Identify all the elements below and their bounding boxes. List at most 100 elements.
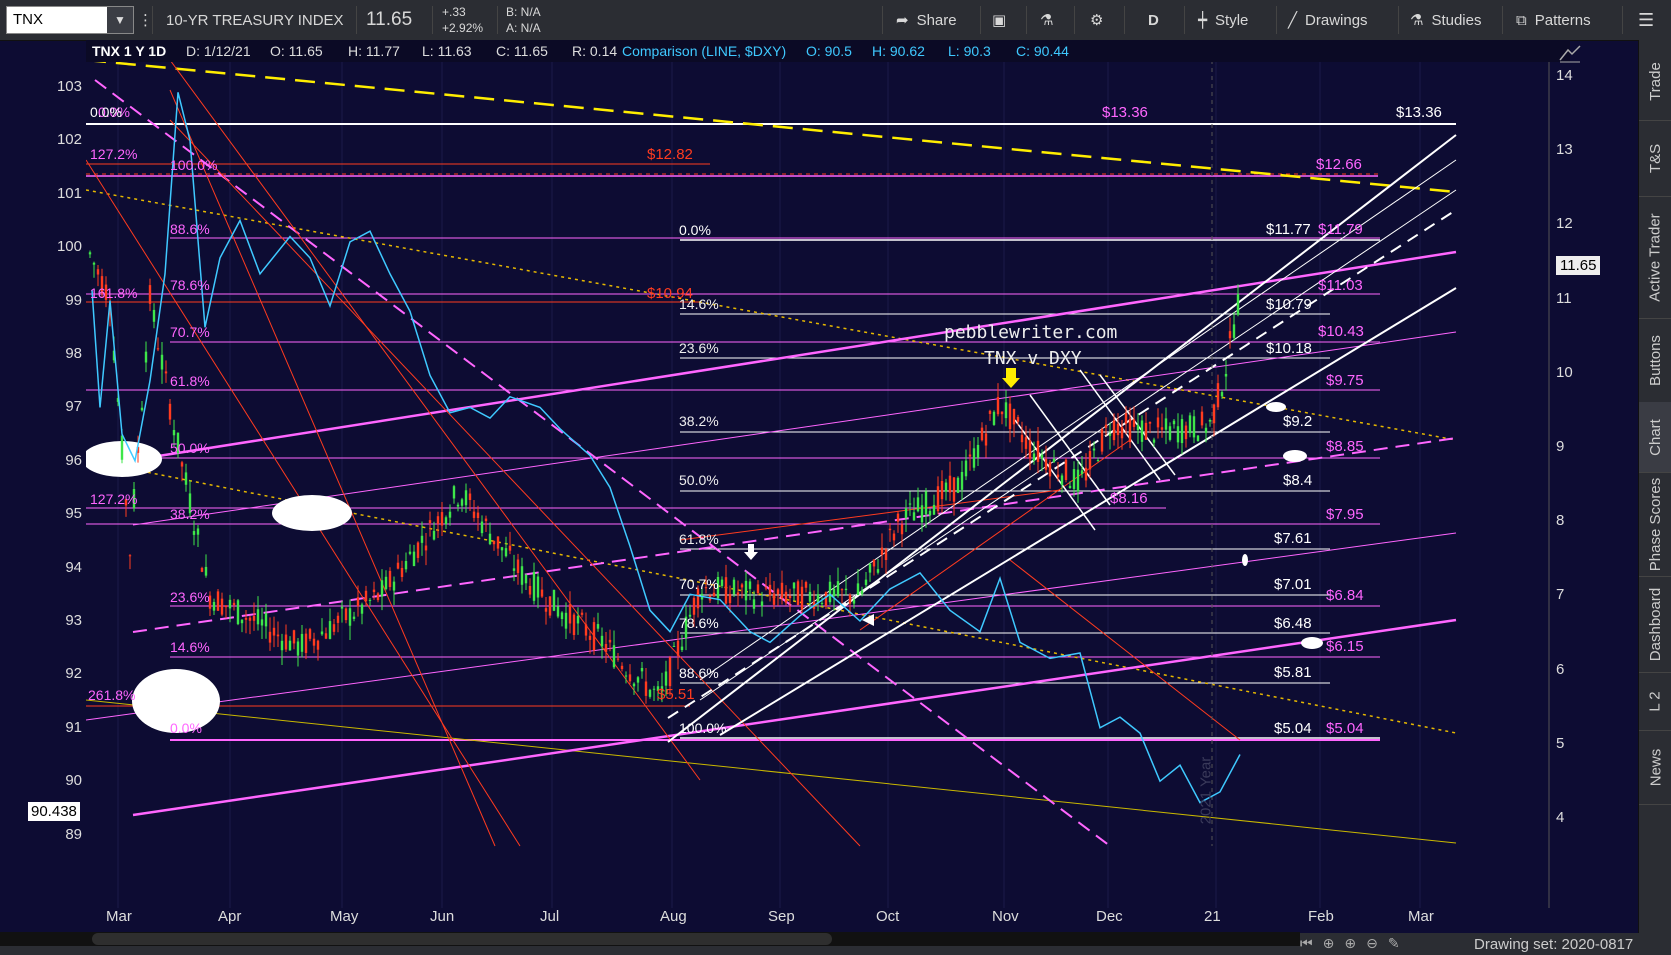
candle-body [992, 411, 996, 425]
candle-body [376, 593, 380, 601]
tab-label: Phase Scores [1647, 477, 1665, 571]
candle-body [96, 269, 100, 275]
pan-icon[interactable]: ✎ [1388, 935, 1400, 952]
ask-value: A: N/A [506, 21, 541, 35]
chart-background [86, 62, 1550, 908]
time-axis-label: Sep [768, 908, 795, 925]
fib-label-left: 14.6% [170, 639, 210, 655]
annotation-site: pebblewriter.com [944, 322, 1118, 343]
chevron-down-icon[interactable]: ▼ [107, 7, 133, 33]
fib-label-mid: 88.6% [679, 665, 719, 681]
settings-button[interactable]: ⚙ [1090, 0, 1103, 40]
drawings-button[interactable]: ╱ Drawings [1288, 0, 1368, 40]
candle-body [1024, 437, 1028, 449]
right-axis-label: 12 [1556, 215, 1573, 233]
studies-label: Studies [1431, 11, 1482, 29]
candle-body [1068, 485, 1072, 489]
tab-news[interactable]: News [1639, 730, 1671, 805]
bottom-tools[interactable]: ⏮ ⊕ ⊕ ⊖ ✎ [1300, 932, 1400, 954]
tab-chart[interactable]: Chart [1639, 402, 1671, 473]
fib-label-left: 38.2% [170, 506, 210, 522]
price-label-white: $9.2 [1283, 413, 1313, 430]
candle-body [504, 548, 508, 557]
candle-body [620, 665, 624, 670]
candle-body [1192, 416, 1196, 438]
price-label-magenta: $9.75 [1326, 372, 1364, 389]
bar-high: H: 11.77 [348, 43, 400, 59]
link-icon[interactable]: ⋮ [138, 0, 153, 40]
candle-body [1100, 429, 1104, 452]
price-label-red: $5.51 [657, 686, 695, 703]
bar-range: R: 0.14 [572, 43, 618, 59]
candle-body [1040, 454, 1044, 459]
left-axis-label: 90 [65, 772, 82, 790]
candle-body [1120, 426, 1124, 439]
candle-body [404, 560, 408, 570]
candle-body [372, 589, 376, 593]
candle-body [1080, 470, 1084, 475]
candle-body [1128, 419, 1132, 443]
tab-buttons[interactable]: Buttons [1639, 318, 1671, 403]
price-label-magenta: $5.04 [1326, 720, 1364, 737]
price-label-magenta: $12.66 [1316, 156, 1362, 173]
candle-body [1060, 475, 1064, 486]
candle-body [232, 602, 236, 606]
price-label-white: $7.61 [1274, 530, 1312, 547]
candle-body [332, 624, 336, 632]
candle-body [776, 589, 780, 595]
tab-phase-scores[interactable]: Phase Scores [1639, 472, 1671, 577]
candle-body [172, 429, 176, 436]
price-chart[interactable] [86, 62, 1550, 908]
left-axis-label: 89 [65, 825, 82, 843]
screenshot-button[interactable]: ▣ [992, 0, 1006, 40]
candle-body [936, 486, 940, 512]
candle-body [1208, 419, 1212, 422]
candle-body [872, 559, 876, 567]
candle-body [1172, 420, 1176, 425]
patterns-button[interactable]: ⧉ Patterns [1516, 0, 1591, 40]
candle-body [884, 549, 888, 561]
share-button[interactable]: ➦ Share [896, 0, 957, 40]
tab-active-trader[interactable]: Active Trader [1639, 196, 1671, 319]
left-axis-label: 93 [65, 612, 82, 629]
timeframe-button[interactable]: D [1148, 0, 1159, 40]
candle-body [804, 582, 808, 588]
tab-dashboard[interactable]: Dashboard [1639, 576, 1671, 673]
price-label-white: $7.01 [1274, 576, 1312, 593]
symbol-description: 10-YR TREASURY INDEX [166, 11, 344, 29]
candle-body [940, 481, 944, 500]
left-axis-label: 92 [65, 665, 82, 683]
zoom-out-icon[interactable]: ⊖ [1366, 935, 1378, 952]
right-side-tabs: Trade T&S Active Trader Buttons Chart Phase S… [1638, 40, 1671, 933]
left-axis-label: 101 [56, 184, 82, 202]
zoom-in-icon[interactable]: ⊕ [1344, 935, 1356, 952]
candle-body [808, 591, 812, 602]
candle-body [476, 512, 480, 519]
candle-body [1116, 423, 1120, 436]
candle-body [604, 644, 608, 652]
candle-body [1160, 427, 1164, 430]
tab-t-s[interactable]: T&S [1639, 120, 1671, 197]
candle-body [380, 580, 384, 597]
symbol-input[interactable]: TNX ▼ [6, 6, 134, 34]
candle-body [1164, 418, 1168, 430]
candle-body [904, 507, 908, 519]
candle-body [544, 608, 548, 612]
studies-button[interactable]: ⚗ Studies [1410, 0, 1482, 40]
candle-body [792, 582, 796, 589]
candle-body [460, 499, 464, 506]
style-button[interactable]: ┿ Style [1198, 0, 1248, 40]
drawing-tool-icon[interactable] [1558, 44, 1582, 64]
price-label-white: $5.04 [1274, 720, 1312, 737]
candle-body [1224, 373, 1228, 377]
menu-icon[interactable]: ☰ [1638, 0, 1654, 40]
candle-body [312, 638, 316, 646]
back-icon[interactable]: ⏮ [1300, 935, 1313, 952]
chart-scrollbar-thumb[interactable] [92, 933, 832, 945]
crosshair-icon[interactable]: ⊕ [1323, 935, 1335, 952]
tab-l-2[interactable]: L 2 [1639, 672, 1671, 731]
candle-body [824, 591, 828, 607]
tab-trade[interactable]: Trade [1639, 42, 1671, 121]
flask-button[interactable]: ⚗ [1040, 0, 1053, 40]
fib-label-left: 88.6% [170, 221, 210, 237]
